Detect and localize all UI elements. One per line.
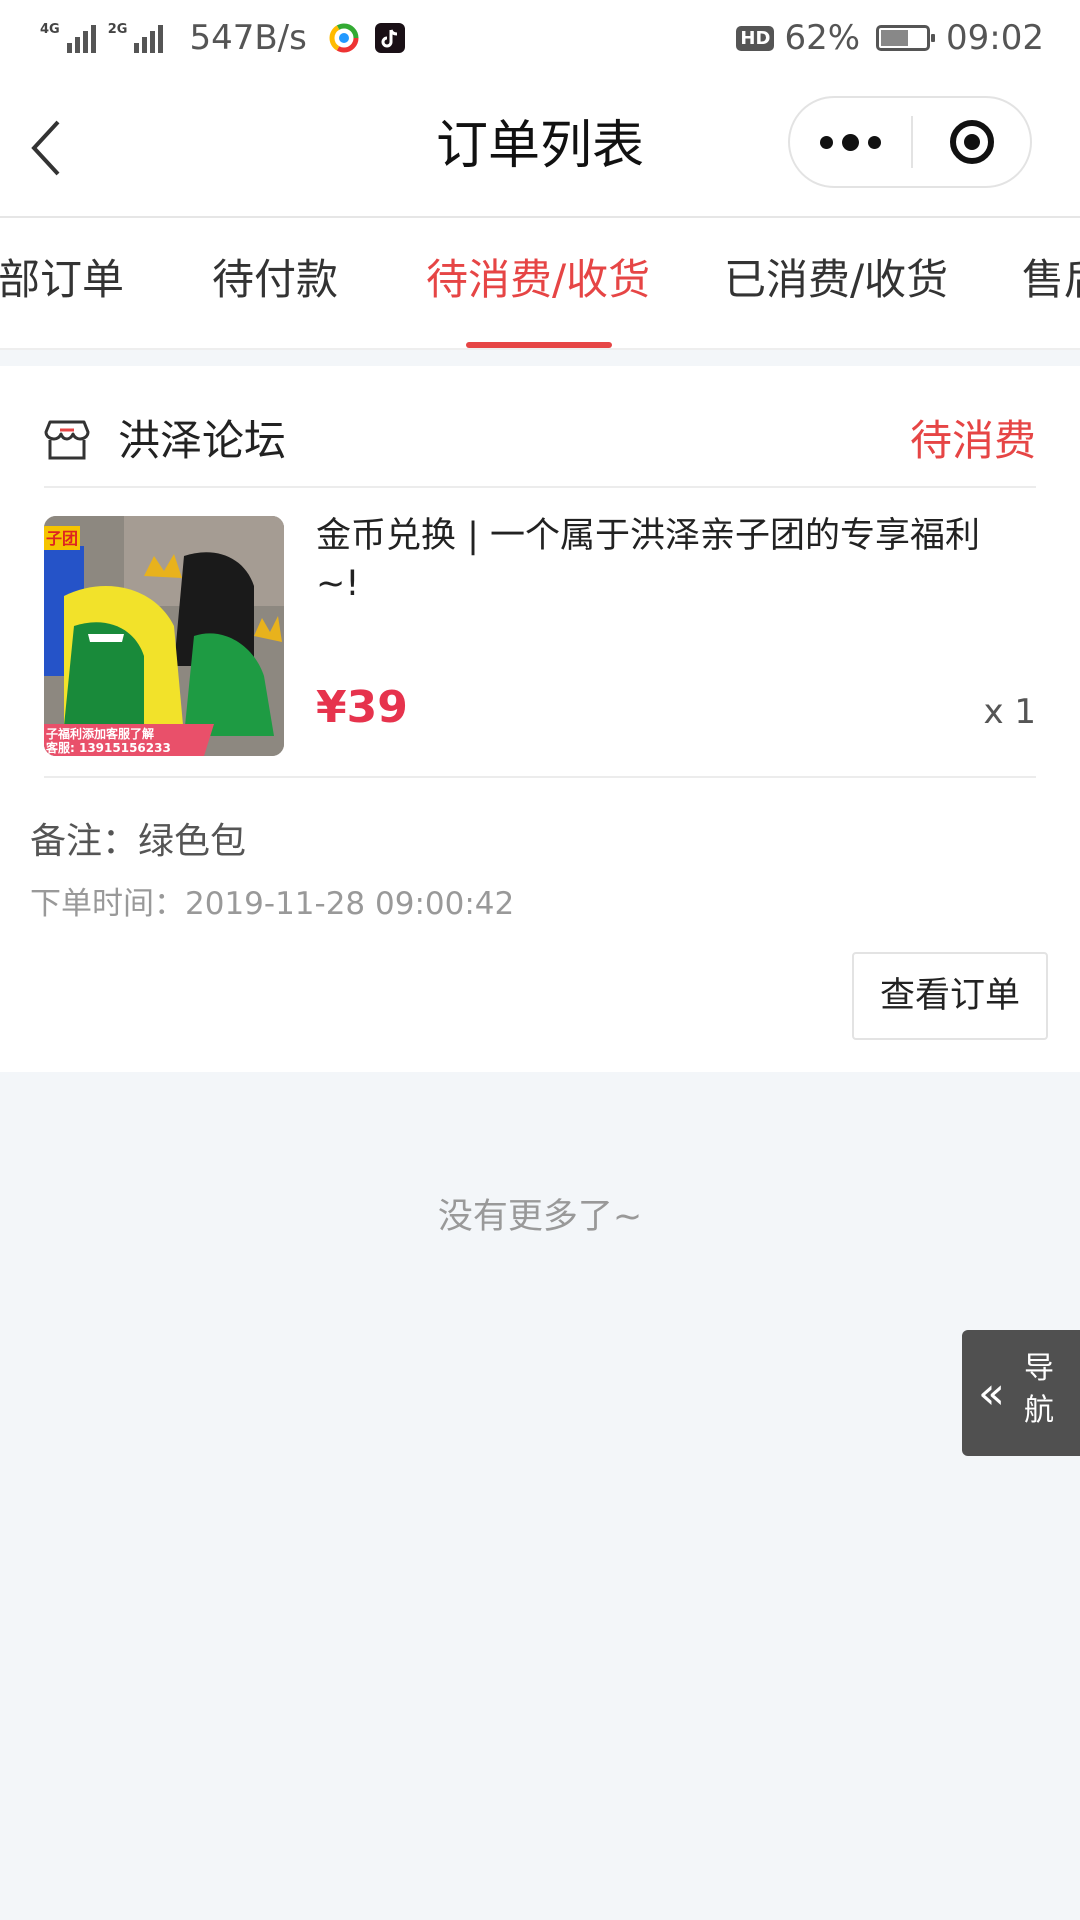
product-price: ¥39 bbox=[316, 682, 408, 733]
order-status-label: 待消费 bbox=[909, 416, 1036, 465]
dot-icon bbox=[867, 135, 881, 149]
image-phone-text: 客服: 13915156233 bbox=[45, 740, 171, 755]
miniprogram-capsule bbox=[788, 96, 1032, 188]
shop-icon bbox=[44, 420, 90, 460]
nav-bar: 订单列表 bbox=[0, 76, 1080, 218]
battery-icon bbox=[876, 25, 936, 51]
network-type-label: 4G bbox=[40, 22, 60, 37]
dot-icon bbox=[841, 133, 859, 151]
tab-all-orders[interactable]: 全部订单 bbox=[0, 218, 124, 348]
divider bbox=[44, 486, 1036, 488]
close-miniprogram-icon[interactable] bbox=[950, 120, 994, 164]
floating-nav-label: 导航 bbox=[1024, 1351, 1054, 1428]
product-quantity: x 1 bbox=[983, 692, 1036, 732]
tiktok-app-icon bbox=[374, 23, 405, 53]
image-tag-text: 子团 bbox=[46, 529, 78, 548]
browser-app-icon bbox=[329, 23, 359, 53]
shop-header: 洪泽论坛 待消费 bbox=[44, 396, 1036, 486]
order-tabs: 全部订单 待付款 待消费/收货 已消费/收货 售后 bbox=[0, 218, 1080, 350]
no-more-text: 没有更多了~ bbox=[437, 1197, 643, 1237]
order-time: 下单时间：2019-11-28 09:00:42 bbox=[30, 886, 515, 922]
hd-badge: HD bbox=[736, 25, 775, 51]
shop-name[interactable]: 洪泽论坛 bbox=[118, 396, 286, 486]
divider bbox=[44, 776, 1036, 778]
status-left: 4G 2G 547B/s bbox=[40, 0, 405, 76]
product-image[interactable]: 子团 子福利添加客服了解 客服: 13915156233 bbox=[44, 516, 284, 756]
signal-4g-icon: 4G bbox=[40, 23, 96, 53]
view-order-button[interactable]: 查看订单 bbox=[852, 952, 1048, 1040]
capsule-divider bbox=[911, 116, 913, 168]
clock: 09:02 bbox=[946, 18, 1044, 58]
image-banner-text: 子福利添加客服了解 bbox=[46, 726, 154, 741]
double-chevron-left-icon: « bbox=[978, 1368, 1005, 1419]
tab-pending-payment[interactable]: 待付款 bbox=[212, 218, 338, 348]
product-title[interactable]: 金币兑换 | 一个属于洪泽亲子团的专享福利~! bbox=[316, 512, 1006, 608]
order-remark: 备注：绿色包 bbox=[30, 821, 247, 862]
order-card[interactable]: 洪泽论坛 待消费 子团 子福利添加客服了解 客服: 13915156233 金币… bbox=[0, 366, 1080, 1072]
floating-nav-button[interactable]: « 导航 bbox=[962, 1330, 1080, 1456]
more-menu-button[interactable] bbox=[790, 98, 910, 186]
tab-consumed[interactable]: 已消费/收货 bbox=[724, 218, 948, 348]
active-tab-indicator bbox=[466, 342, 612, 348]
battery-fill bbox=[881, 30, 909, 46]
dot-icon bbox=[819, 135, 833, 149]
status-right: HD 62% 09:02 bbox=[736, 0, 1044, 76]
network-speed: 547B/s bbox=[189, 18, 307, 58]
network-type-label: 2G bbox=[107, 22, 128, 37]
dinosaur-backpack-photo: 子团 子福利添加客服了解 客服: 13915156233 bbox=[44, 516, 284, 756]
tab-pending-consumption[interactable]: 待消费/收货 bbox=[426, 218, 650, 348]
status-bar: 4G 2G 547B/s HD 62% 09:02 bbox=[0, 0, 1080, 76]
tab-after-sales[interactable]: 售后 bbox=[1022, 218, 1080, 348]
battery-percent: 62% bbox=[784, 18, 861, 58]
signal-2g-icon: 2G bbox=[108, 23, 164, 53]
